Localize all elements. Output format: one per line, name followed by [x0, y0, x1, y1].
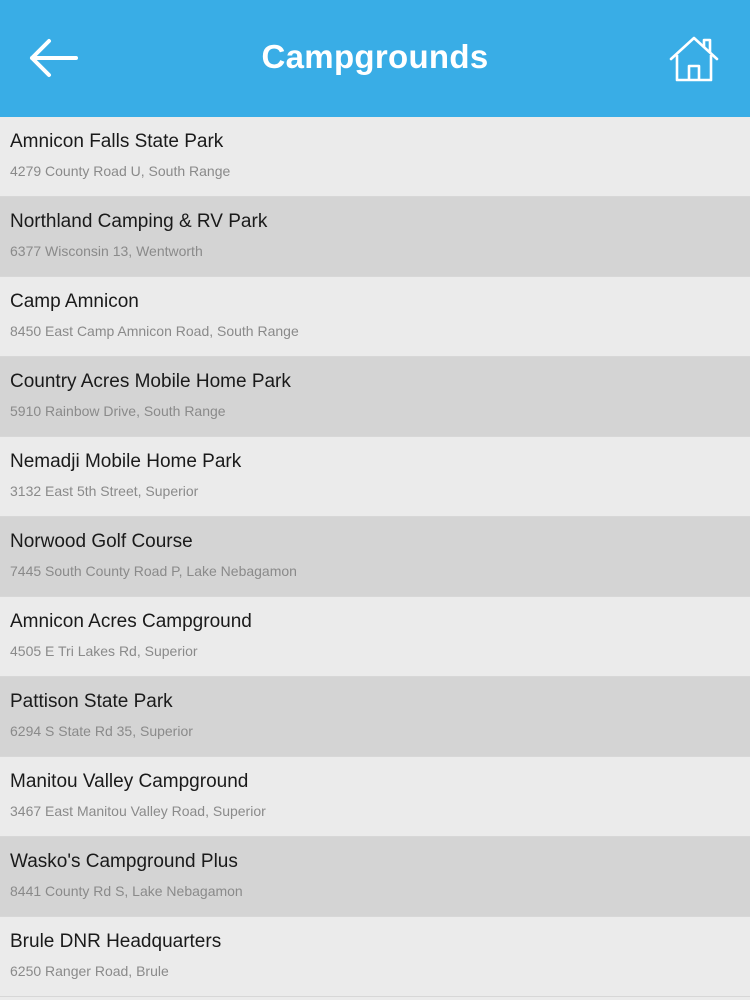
campground-name: Norwood Golf Course [10, 531, 193, 552]
list-item[interactable]: Nemadji Mobile Home Park 3132 East 5th St… [0, 437, 750, 517]
campground-name: Amnicon Acres Campground [10, 611, 252, 632]
campground-name: Pattison State Park [10, 691, 173, 712]
campground-address: 4279 County Road U, South Range [10, 163, 231, 179]
campground-name: Country Acres Mobile Home Park [10, 371, 291, 392]
list-item[interactable]: Camp Amnicon 8450 East Camp Amnicon Road,… [0, 277, 750, 357]
campground-address: 6250 Ranger Road, Brule [10, 963, 169, 979]
campground-name: Northland Camping & RV Park [10, 211, 268, 232]
campground-address: 3467 East Manitou Valley Road, Superior [10, 803, 266, 819]
campground-address: 8450 East Camp Amnicon Road, South Range [10, 323, 299, 339]
list-item[interactable]: Amnicon Falls State Park 4279 County Road… [0, 117, 750, 197]
campground-list: Amnicon Falls State Park 4279 County Road… [0, 117, 750, 1000]
arrow-left-icon [30, 39, 78, 77]
page-title: Campgrounds [261, 38, 489, 75]
list-item[interactable]: Wasko's Campground Plus 8441 County Rd S,… [0, 837, 750, 917]
campground-address: 6377 Wisconsin 13, Wentworth [10, 243, 203, 259]
campground-name: Wasko's Campground Plus [10, 851, 238, 872]
back-button[interactable] [24, 34, 82, 82]
campground-address: 6294 S State Rd 35, Superior [10, 723, 193, 739]
campground-address: 3132 East 5th Street, Superior [10, 483, 199, 499]
list-item[interactable]: Brule DNR Headquarters 6250 Ranger Road, … [0, 917, 750, 997]
campground-address: 5910 Rainbow Drive, South Range [10, 403, 226, 419]
campground-name: Amnicon Falls State Park [10, 131, 224, 152]
home-button[interactable] [668, 34, 720, 84]
list-item[interactable]: Country Acres Mobile Home Park 5910 Rainb… [0, 357, 750, 437]
campground-name: Manitou Valley Campground [10, 771, 249, 792]
campground-name: Brule DNR Headquarters [10, 931, 222, 952]
home-icon [669, 36, 719, 82]
campground-address: 8441 County Rd S, Lake Nebagamon [10, 883, 243, 899]
list-item[interactable]: Pattison State Park 6294 S State Rd 35, S… [0, 677, 750, 757]
list-item[interactable]: Norwood Golf Course 7445 South County Roa… [0, 517, 750, 597]
list-item[interactable]: Manitou Valley Campground 3467 East Manit… [0, 757, 750, 837]
campground-name: Camp Amnicon [10, 291, 139, 312]
campground-address: 4505 E Tri Lakes Rd, Superior [10, 643, 198, 659]
app-header: Campgrounds [0, 0, 750, 117]
list-item[interactable]: Northland Camping & RV Park 6377 Wisconsi… [0, 197, 750, 277]
list-item[interactable]: Amnicon Acres Campground 4505 E Tri Lakes… [0, 597, 750, 677]
campground-name: Nemadji Mobile Home Park [10, 451, 242, 472]
campground-address: 7445 South County Road P, Lake Nebagamon [10, 563, 297, 579]
